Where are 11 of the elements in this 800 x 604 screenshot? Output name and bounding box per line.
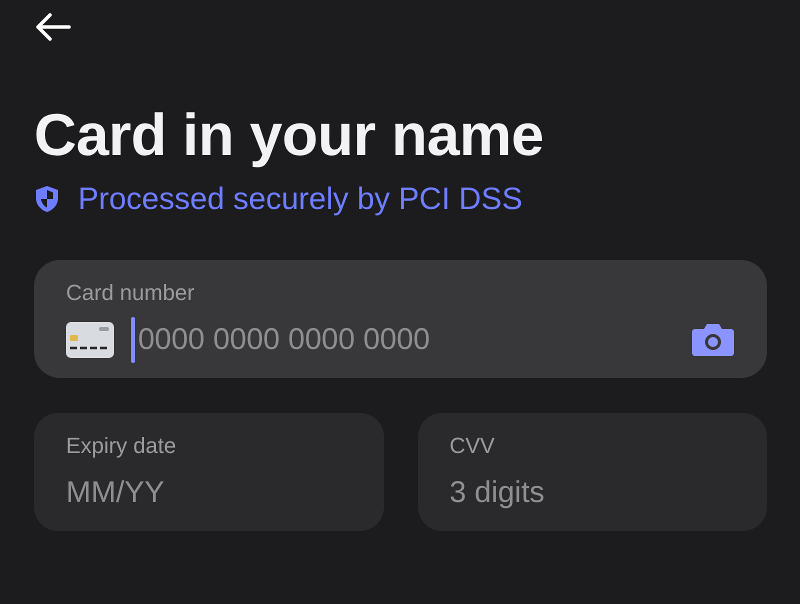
field-placeholder[interactable]: MM/YY: [66, 473, 352, 513]
field-label: Expiry date: [66, 433, 178, 459]
field-placeholder[interactable]: 0000 0000 0000 0000: [138, 320, 691, 360]
field-placeholder[interactable]: 3 digits: [450, 473, 735, 513]
input-field[interactable]: Card number 0000 0000 0000 0000: [34, 260, 767, 378]
page-title: Card in your name: [34, 101, 545, 170]
field-label: CVV: [450, 433, 496, 459]
security-note: Processed securely by PCI DSS: [78, 180, 523, 218]
field-label: Card number: [66, 280, 196, 306]
input-field[interactable]: Expiry date MM/YY: [34, 413, 384, 531]
input-field[interactable]: CVV 3 digits: [418, 413, 767, 531]
